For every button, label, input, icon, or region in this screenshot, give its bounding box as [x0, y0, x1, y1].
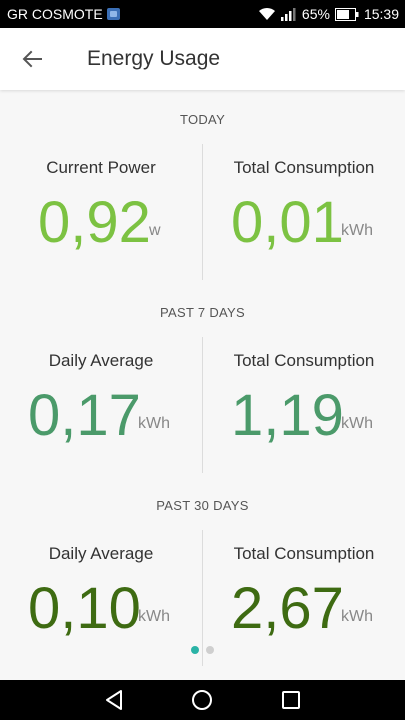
arrow-left-icon	[22, 50, 42, 68]
square-recent-icon	[281, 691, 300, 709]
value-row: 2,67 kWh	[203, 574, 405, 644]
cell-label: Daily Average	[48, 544, 154, 563]
status-bar: GR COSMOTE 65% 15:39	[0, 0, 405, 28]
battery-icon	[334, 7, 359, 21]
back-button[interactable]	[0, 28, 64, 90]
nav-recent-apps-button[interactable]	[271, 680, 311, 720]
cell-label: Total Consumption	[233, 544, 375, 563]
app-bar: Energy Usage	[0, 28, 405, 90]
daily-average-month-value: 0,10	[28, 576, 141, 641]
section-title: PAST 7 DAYS	[160, 305, 245, 320]
total-consumption-month-value: 2,67	[231, 576, 344, 641]
cell-label: Total Consumption	[233, 158, 375, 177]
total-consumption-today-value: 0,01	[231, 190, 344, 255]
status-left: GR COSMOTE	[7, 6, 120, 22]
daily-average-week-cell: Daily Average 0,17 kWh	[0, 351, 202, 451]
sim-card-icon	[106, 8, 120, 20]
cell-label: Daily Average	[48, 351, 154, 370]
unit-label: kWh	[138, 608, 170, 625]
total-consumption-week-value: 1,19	[231, 383, 344, 448]
daily-average-week-value: 0,17	[28, 383, 141, 448]
value-row: 1,19 kWh	[203, 381, 405, 451]
battery-percent: 65%	[301, 6, 330, 22]
carrier-name: GR COSMOTE	[7, 6, 103, 22]
navigation-bar	[0, 680, 405, 720]
page-dot-active[interactable]	[191, 646, 199, 654]
value-row: 0,92 w	[0, 188, 202, 258]
nav-home-button[interactable]	[182, 680, 222, 720]
page-dot[interactable]	[206, 646, 214, 654]
signal-icon	[280, 7, 297, 21]
status-right: 65% 15:39	[258, 6, 399, 22]
section-title: PAST 30 DAYS	[156, 498, 249, 513]
unit-label: kWh	[341, 608, 373, 625]
current-power-value: 0,92	[38, 190, 151, 255]
unit-label: w	[149, 222, 161, 239]
triangle-back-icon	[106, 690, 123, 710]
value-row: 0,10 kWh	[0, 574, 202, 644]
section-past-30-days: PAST 30 DAYS Daily Average 0,10 kWh Tota…	[0, 476, 405, 669]
cell-label: Total Consumption	[233, 351, 375, 370]
page-indicator[interactable]	[0, 646, 405, 654]
wifi-icon	[258, 7, 276, 21]
daily-average-month-cell: Daily Average 0,10 kWh	[0, 544, 202, 644]
total-consumption-week-cell: Total Consumption 1,19 kWh	[203, 351, 405, 451]
total-consumption-month-cell: Total Consumption 2,67 kWh	[203, 544, 405, 644]
unit-label: kWh	[341, 222, 373, 239]
total-consumption-today-cell: Total Consumption 0,01 kWh	[203, 158, 405, 258]
cell-label: Current Power	[46, 158, 156, 177]
clock: 15:39	[363, 6, 399, 22]
value-row: 0,17 kWh	[0, 381, 202, 451]
circle-home-icon	[192, 690, 213, 710]
section-today: TODAY Current Power 0,92 w Total Consump…	[0, 90, 405, 283]
unit-label: kWh	[341, 415, 373, 432]
section-past-7-days: PAST 7 DAYS Daily Average 0,17 kWh Total…	[0, 283, 405, 476]
unit-label: kWh	[138, 415, 170, 432]
current-power-cell: Current Power 0,92 w	[0, 158, 202, 258]
nav-back-button[interactable]	[94, 680, 134, 720]
section-title: TODAY	[179, 112, 226, 127]
page-title: Energy Usage	[87, 47, 221, 70]
energy-content[interactable]: TODAY Current Power 0,92 w Total Consump…	[0, 90, 405, 680]
value-row: 0,01 kWh	[203, 188, 405, 258]
